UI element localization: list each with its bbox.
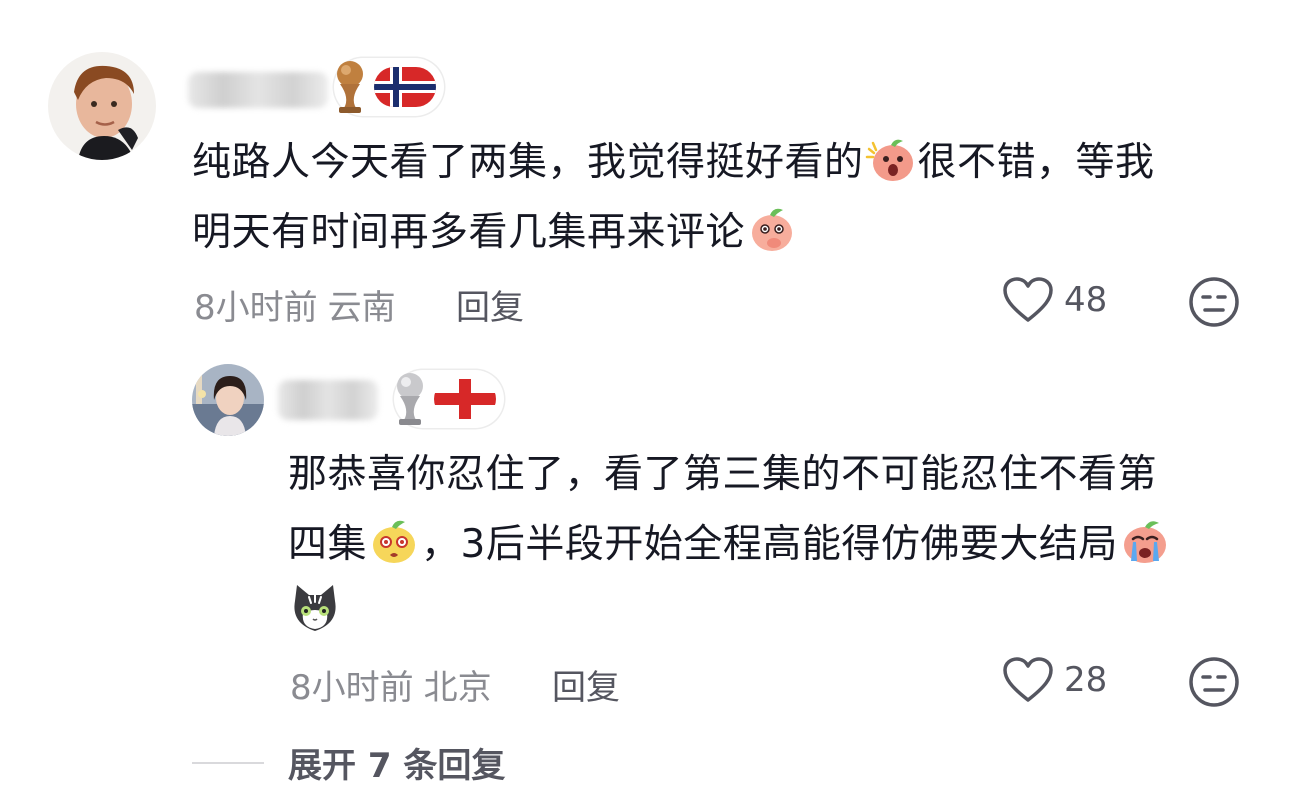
replier-name[interactable]	[278, 380, 378, 420]
surprised-peach-emoji-icon	[865, 139, 913, 181]
reply-meta: 8小时前 北京	[290, 660, 492, 709]
silver-trophy-icon	[397, 373, 423, 425]
england-flag-icon	[434, 379, 496, 419]
heart-icon	[1003, 277, 1053, 322]
comment-like-button[interactable]: 48	[1002, 276, 1107, 324]
reply-text-line2a: 四集	[288, 522, 368, 567]
dislike-face-icon[interactable]	[1188, 276, 1240, 328]
dislike-face-icon[interactable]	[1188, 656, 1240, 708]
commenter-name[interactable]	[188, 72, 328, 108]
reply-time: 8小时前	[290, 668, 414, 708]
comment-text-line1: 纯路人今天看了两集，我觉得挺好看的	[192, 140, 864, 185]
cat-emoji-icon	[294, 585, 336, 631]
heart-icon	[1003, 657, 1053, 702]
comment-time: 8小时前	[194, 288, 318, 328]
comment-text: 纯路人今天看了两集，我觉得挺好看的 很不错，等我 明天有时间再多看几集再来评论	[192, 128, 1155, 268]
commenter-avatar[interactable]	[48, 52, 156, 160]
divider-line	[192, 761, 264, 764]
dizzy-yellow-emoji-icon	[373, 520, 416, 563]
bronze-trophy-icon	[337, 61, 363, 113]
reply-text: 那恭喜你忍住了，看了第三集的不可能忍住不看第 四集 ，3后半段开始全程高能得仿佛…	[288, 440, 1172, 650]
expand-replies-label: 展开 7 条回复	[288, 746, 506, 786]
reply-like-count: 28	[1064, 660, 1108, 700]
reply-text-line2b: ，3后半段开始全程高能得仿佛要大结局	[421, 522, 1118, 567]
shy-peach-emoji-icon	[752, 208, 793, 251]
replier-badge[interactable]	[394, 370, 504, 428]
reply-text-line1: 那恭喜你忍住了，看了第三集的不可能忍住不看第	[288, 452, 1158, 497]
crying-peach-emoji-icon	[1123, 521, 1166, 563]
comment-like-count: 48	[1064, 280, 1108, 320]
comment-text-line2: 明天有时间再多看几集再来评论	[192, 210, 746, 255]
comment-text-line1b: 很不错，等我	[917, 140, 1155, 185]
expand-replies-button[interactable]: 展开 7 条回复	[192, 738, 505, 787]
comment-reply-button[interactable]: 回复	[456, 280, 524, 329]
replier-avatar[interactable]	[192, 364, 264, 436]
comment-location: 云南	[327, 288, 396, 328]
commenter-badge[interactable]	[334, 58, 444, 116]
norway-flag-icon	[374, 67, 436, 107]
reply-like-button[interactable]: 28	[1002, 656, 1107, 704]
comment-meta: 8小时前 云南	[194, 280, 396, 329]
reply-location: 北京	[423, 668, 492, 708]
reply-reply-button[interactable]: 回复	[552, 660, 620, 709]
